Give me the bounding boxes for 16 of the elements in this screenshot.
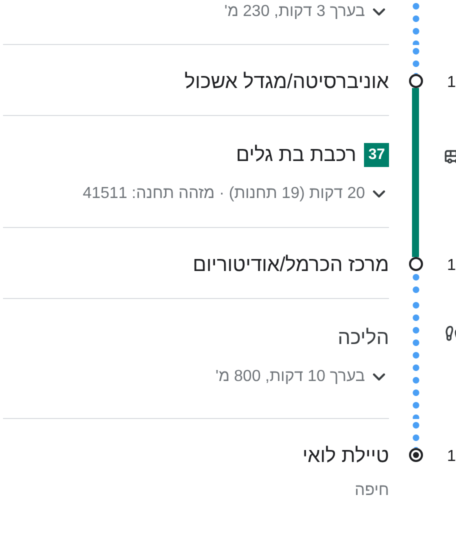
stop-name[interactable]: טיילת לואי [302, 441, 389, 471]
route-badge: 37 [364, 142, 389, 168]
leg-details: בערך 3 דקות, 230 מ' [224, 2, 365, 22]
time-label: 1 [447, 447, 456, 467]
route-name: רכבת בת גלים [236, 143, 356, 168]
stop-name[interactable]: אוניברסיטה/מגדל אשכול [184, 67, 389, 97]
leg-title: הליכה [338, 326, 389, 351]
stop-node [408, 74, 422, 88]
stop-name[interactable]: מרכז הכרמל/אודיטוריום [192, 250, 389, 280]
leg-details: בערך 10 דקות, 800 מ' [216, 367, 365, 387]
leg-details: 20 דקות (19 תחנות) · מזהה תחנה: 41511 [82, 184, 365, 204]
time-label: 1 [447, 256, 456, 276]
stop-node [408, 257, 422, 271]
time-label: 1 [447, 73, 456, 93]
place-name: חיפה [354, 481, 389, 501]
destination-node [408, 448, 422, 462]
